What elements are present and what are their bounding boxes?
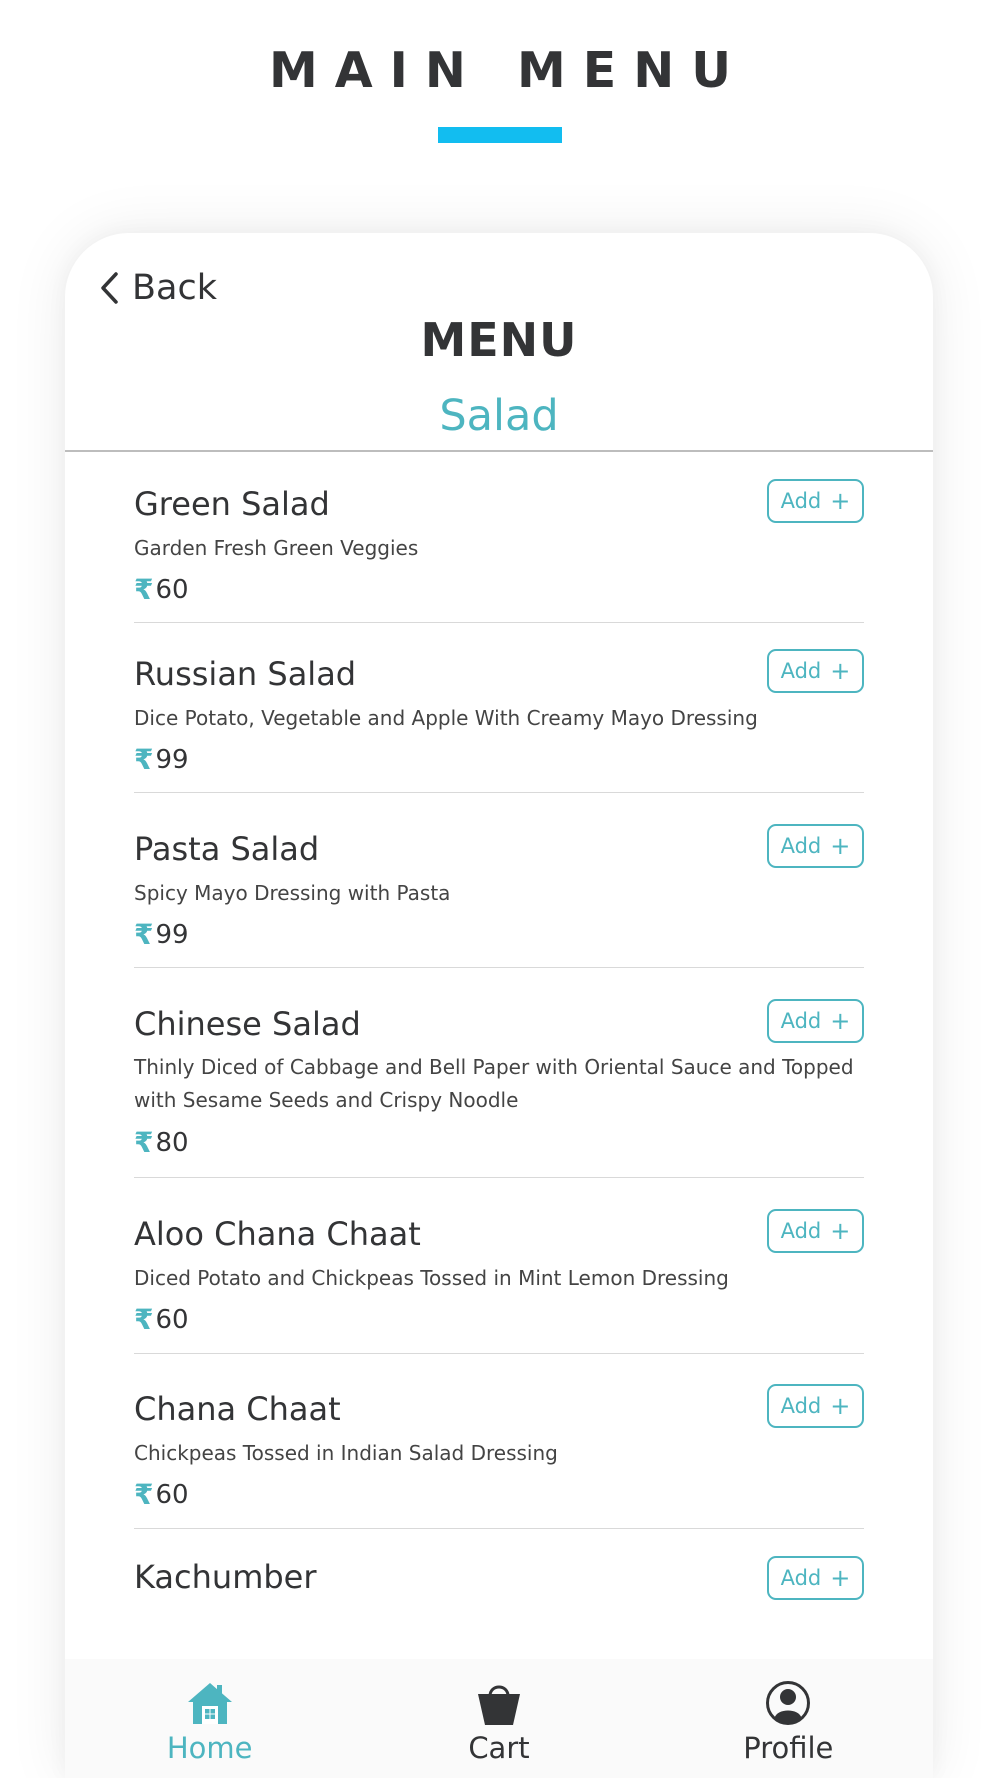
item-name: Chana Chaat [134, 1390, 341, 1428]
add-label: Add [780, 1009, 822, 1033]
plus-icon: + [830, 1392, 851, 1420]
add-label: Add [780, 489, 822, 513]
list-item: Chana Chaat Chickpeas Tossed in Indian S… [134, 1354, 864, 1529]
add-label: Add [780, 659, 822, 683]
price-value: 60 [155, 1479, 189, 1510]
main-menu-page: MAIN MENU Back MENU Salad Green Salad Ga… [0, 0, 1000, 1778]
price-value: 99 [155, 919, 189, 950]
back-button[interactable]: Back [98, 266, 217, 310]
list-item: Russian Salad Dice Potato, Vegetable and… [134, 623, 864, 793]
item-name: Russian Salad [134, 655, 357, 693]
add-button[interactable]: Add + [767, 479, 864, 523]
nav-item-cart[interactable]: Cart [354, 1659, 643, 1778]
plus-icon: + [830, 487, 851, 515]
add-label: Add [780, 1219, 822, 1243]
plus-icon: + [830, 832, 851, 860]
bottom-nav: Home Cart Profile [65, 1659, 933, 1778]
item-description: Garden Fresh Green Veggies [134, 536, 419, 560]
nav-label-cart: Cart [468, 1731, 530, 1765]
plus-icon: + [830, 657, 851, 685]
home-icon [187, 1683, 232, 1724]
price-value: 60 [155, 1304, 189, 1335]
plus-icon: + [830, 1217, 851, 1245]
add-button[interactable]: Add + [767, 1384, 864, 1428]
price-value: 80 [155, 1127, 189, 1158]
item-name: Aloo Chana Chaat [134, 1215, 421, 1253]
item-price: ₹ 60 [134, 1303, 189, 1336]
add-button[interactable]: Add + [767, 649, 864, 693]
phone-card: Back MENU Salad Green Salad Garden Fresh… [65, 233, 933, 1778]
list-item: Kachumber Add + [134, 1529, 864, 1649]
price-value: 99 [155, 744, 189, 775]
item-name: Kachumber [134, 1558, 317, 1596]
plus-icon: + [830, 1564, 851, 1592]
add-button[interactable]: Add + [767, 1556, 864, 1600]
item-description: Diced Potato and Chickpeas Tossed in Min… [134, 1266, 729, 1290]
add-button[interactable]: Add + [767, 1209, 864, 1253]
item-price: ₹ 99 [134, 743, 189, 776]
item-name: Green Salad [134, 485, 330, 523]
nav-label-profile: Profile [743, 1731, 834, 1765]
add-button[interactable]: Add + [767, 824, 864, 868]
menu-list: Green Salad Garden Fresh Green Veggies ₹… [134, 452, 864, 1649]
rupee-icon: ₹ [134, 743, 154, 776]
item-name: Pasta Salad [134, 830, 320, 868]
profile-icon [766, 1681, 811, 1725]
item-price: ₹ 60 [134, 1478, 189, 1511]
add-label: Add [780, 834, 822, 858]
add-button[interactable]: Add + [767, 999, 864, 1043]
list-item: Aloo Chana Chaat Diced Potato and Chickp… [134, 1178, 864, 1354]
item-description: Spicy Mayo Dressing with Pasta [134, 881, 451, 905]
rupee-icon: ₹ [134, 1126, 154, 1159]
nav-item-profile[interactable]: Profile [644, 1659, 933, 1778]
item-description: Thinly Diced of Cabbage and Bell Paper w… [134, 1055, 854, 1112]
rupee-icon: ₹ [134, 1478, 154, 1511]
category-title: Salad [439, 391, 559, 441]
page-title: MAIN MENU [268, 42, 748, 99]
nav-label-home: Home [166, 1731, 253, 1765]
item-price: ₹ 80 [134, 1126, 189, 1159]
list-item: Chinese Salad Thinly Diced of Cabbage an… [134, 968, 864, 1178]
item-description: Dice Potato, Vegetable and Apple With Cr… [134, 706, 758, 730]
shopping-bag-icon [477, 1685, 520, 1725]
nav-item-home[interactable]: Home [65, 1659, 354, 1778]
back-label: Back [132, 268, 217, 308]
list-item: Green Salad Garden Fresh Green Veggies ₹… [134, 452, 864, 623]
plus-icon: + [830, 1007, 851, 1035]
rupee-icon: ₹ [134, 1303, 154, 1336]
item-price: ₹ 99 [134, 918, 189, 951]
item-name: Chinese Salad [134, 1005, 361, 1043]
list-item: Pasta Salad Spicy Mayo Dressing with Pas… [134, 793, 864, 968]
chevron-left-icon [101, 272, 118, 304]
item-description: Chickpeas Tossed in Indian Salad Dressin… [134, 1441, 558, 1465]
menu-title: MENU [420, 313, 578, 367]
add-label: Add [780, 1566, 822, 1590]
rupee-icon: ₹ [134, 573, 154, 606]
title-underline [438, 127, 562, 143]
add-label: Add [780, 1394, 822, 1418]
rupee-icon: ₹ [134, 918, 154, 951]
item-price: ₹ 60 [134, 573, 189, 606]
price-value: 60 [155, 574, 189, 605]
